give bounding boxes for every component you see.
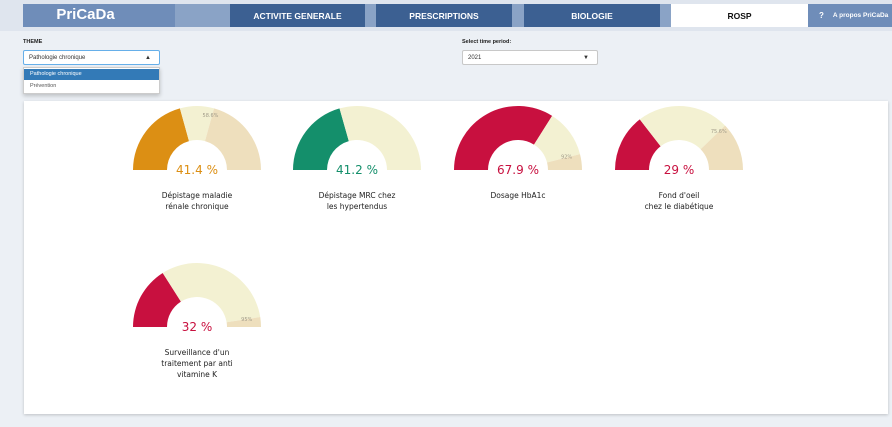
gauges-panel: 58.6% 41.4 % Dépistage maladie rénale chron… [24, 101, 888, 414]
theme-label: THEME [23, 39, 43, 45]
gauge-title-line: Dosage HbA1c [490, 191, 546, 200]
gauge-target-label: 75.6% [711, 129, 727, 135]
gauge-title-line: traitement par anti [161, 359, 233, 368]
gauge-svg: 41.2 % [293, 106, 421, 177]
gauge-title: Dépistage MRC chez les hypertendus [282, 190, 432, 212]
about-label: A propos PriCaDa [832, 12, 889, 19]
theme-selected-value: Pathologie chronique [29, 54, 86, 61]
gauge-title-line: Dépistage MRC chez [318, 191, 396, 200]
gauge-svg: 92% 67.9 % [454, 106, 582, 177]
gauge-title-line: Fond d'oeil [658, 191, 700, 200]
help-icon: ? [819, 11, 824, 20]
brand-logo[interactable]: PriCaDa [23, 6, 148, 23]
brand-block: PriCaDa ☰ [23, 4, 191, 27]
caret-up-icon: ▲ [145, 55, 151, 61]
caret-down-icon: ▼ [583, 55, 589, 61]
gauge-svg: 75.6% 29 % [615, 105, 743, 177]
gauge-value-label: 41.4 % [176, 163, 218, 177]
period-select[interactable]: 2021 ▼ [462, 50, 598, 65]
gauge-target-label: 95% [241, 317, 252, 323]
gauge-value-arc [293, 108, 349, 170]
top-navbar: PriCaDa ☰ ACTIVITE GENERALE PRESCRIPTION… [0, 0, 892, 31]
tab-label: BIOLOGIE [571, 10, 613, 21]
gauge-title: Fond d'oeil chez le diabétique [604, 190, 754, 212]
theme-select[interactable]: Pathologie chronique ▲ [23, 50, 160, 65]
gauge-title-line: Surveillance d'un [164, 348, 230, 357]
gauge-target-label: 58.6% [203, 113, 219, 119]
gauge-title: Surveillance d'un traitement par anti vita… [122, 347, 272, 380]
theme-option-pathologie[interactable]: Pathologie chronique [24, 69, 159, 80]
tab-rosp[interactable]: ROSP [671, 4, 808, 27]
gauge-depistage-mrc-hypertendus: 41.2 % Dépistage MRC chez les hypertendus [282, 102, 432, 211]
gauge-title-line: les hypertendus [326, 202, 388, 211]
tab-prescriptions[interactable]: PRESCRIPTIONS [376, 4, 512, 27]
gauge-title-line: chez le diabétique [644, 202, 714, 211]
gauge-title-line: Dépistage maladie [161, 191, 233, 200]
gauge-svg: 58.6% 41.4 % [133, 106, 261, 177]
gauge-value-label: 41.2 % [336, 163, 378, 177]
gauge-title-line: rénale chronique [165, 202, 229, 211]
gauge-value-label: 67.9 % [497, 163, 539, 177]
gauge-title: Dépistage maladie rénale chronique [122, 190, 272, 212]
tab-biologie[interactable]: BIOLOGIE [524, 4, 660, 27]
gauge-depistage-maladie-renale: 58.6% 41.4 % Dépistage maladie rénale chron… [122, 102, 272, 211]
tab-activite-generale[interactable]: ACTIVITE GENERALE [230, 4, 365, 27]
gauge-dosage-hba1c: 92% 67.9 % Dosage HbA1c [443, 102, 593, 200]
tab-label: PRESCRIPTIONS [409, 10, 479, 21]
gauge-fond-oeil-diabetique: 75.6% 29 % Fond d'oeil chez le diabétique [604, 102, 754, 211]
about-button[interactable]: ? A propos PriCaDa [808, 4, 892, 27]
gauge-value-label: 29 % [664, 163, 695, 177]
theme-option-prevention[interactable]: Prévention [24, 81, 159, 92]
gauge-surveillance-avk: 95% 32 % Surveillance d'un traitement par a… [122, 259, 272, 379]
tab-label: ROSP [727, 10, 752, 21]
gauge-track-arc [339, 106, 421, 170]
period-label: Select time period: [462, 39, 512, 45]
tab-label: ACTIVITE GENERALE [253, 10, 342, 21]
gauge-value-label: 32 % [182, 320, 213, 334]
gauge-title: Dosage HbA1c [443, 190, 593, 201]
period-selected-value: 2021 [468, 54, 482, 61]
gauge-value-arc [133, 108, 189, 170]
app-root: PriCaDa ☰ ACTIVITE GENERALE PRESCRIPTION… [0, 0, 892, 427]
theme-dropdown: Pathologie chronique Prévention [23, 67, 160, 94]
gauge-track-arc [162, 263, 261, 323]
gauge-value-arc [454, 106, 553, 170]
gauge-svg: 95% 32 % [133, 263, 261, 334]
gauge-target-label: 92% [561, 155, 572, 161]
gauge-title-line: vitamine K [176, 370, 218, 379]
